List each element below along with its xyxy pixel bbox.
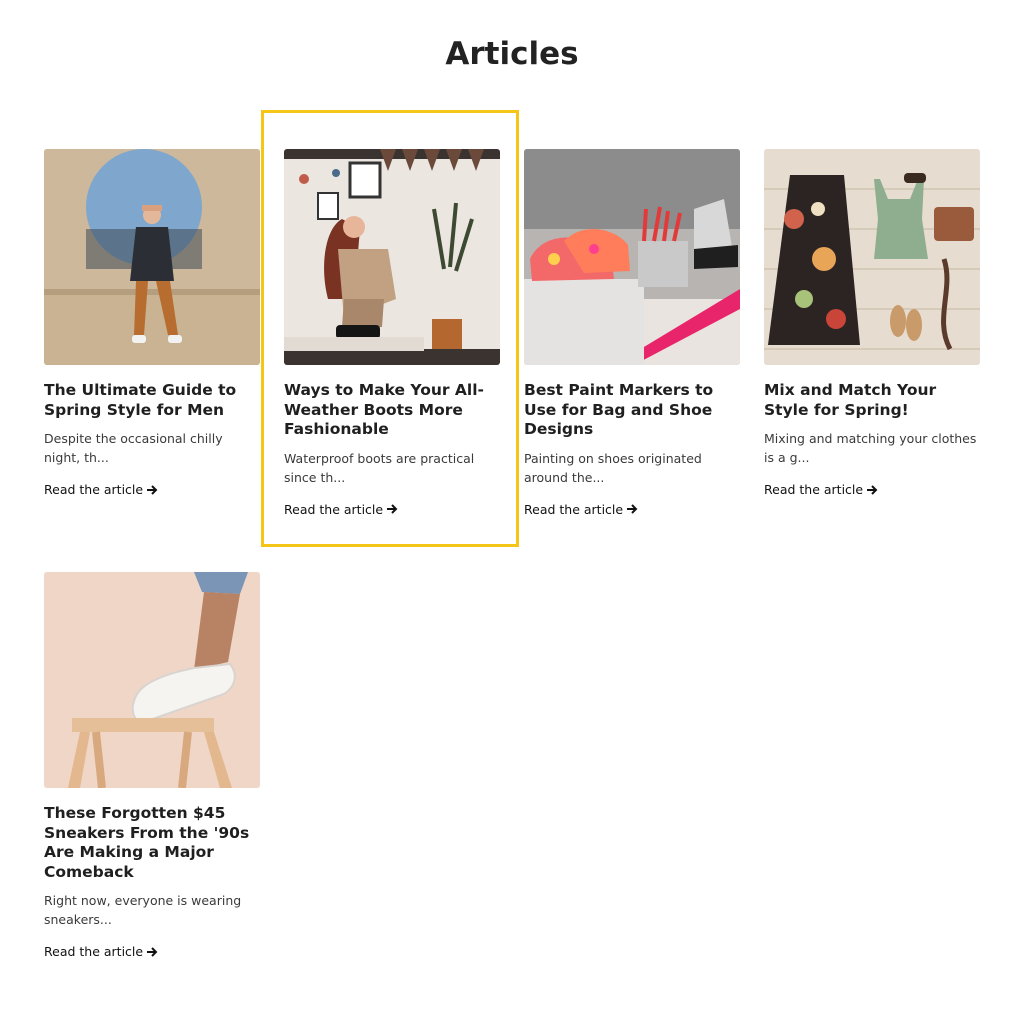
read-article-label: Read the article [524,501,624,517]
read-article-label: Read the article [44,482,144,497]
read-article-link[interactable]: Read the article [44,944,158,959]
article-card: The Ultimate Guide to Spring Style for M… [44,149,260,498]
article-title[interactable]: Best Paint Markers to Use for Bag and Sh… [524,381,740,440]
arrow-right-icon [627,504,638,514]
article-card: These Forgotten $45 Sneakers From the '9… [44,572,260,960]
woman-crouching-in-boots-photo [284,149,500,365]
article-thumbnail[interactable] [44,572,260,788]
man-sitting-on-wall-photo [44,149,260,365]
read-article-link[interactable]: Read the article [284,502,398,517]
article-excerpt: Painting on shoes originated around the.… [524,450,702,485]
article-thumbnail[interactable] [284,149,500,365]
article-title[interactable]: Mix and Match Your Style for Spring! [764,381,980,420]
arrow-right-icon [867,484,878,495]
article-title[interactable]: The Ultimate Guide to Spring Style for M… [44,381,260,420]
article-excerpt: Mixing and matching your clothes is a g.… [764,431,977,465]
page-title: Articles [445,36,579,72]
arrow-right-icon [387,504,398,514]
read-article-label: Read the article [284,501,384,517]
article-title[interactable]: Ways to Make Your All-Weather Boots More… [284,381,500,440]
article-excerpt: Despite the occasional chilly night, th.… [44,431,223,465]
article-thumbnail[interactable] [764,149,980,365]
article-excerpt: Right now, everyone is wearing sneakers.… [44,893,242,927]
read-article-link[interactable]: Read the article [764,482,878,497]
outfit-flatlay-photo [764,149,980,365]
article-card: Mix and Match Your Style for Spring! Mix… [764,149,980,498]
article-title[interactable]: These Forgotten $45 Sneakers From the '9… [44,804,260,882]
read-article-label: Read the article [764,482,864,497]
read-article-link[interactable]: Read the article [524,502,638,517]
read-article-link[interactable]: Read the article [44,482,158,497]
arrow-right-icon [147,946,158,957]
slip-on-sneaker-on-stool-photo [44,572,260,788]
article-thumbnail[interactable] [44,149,260,365]
article-excerpt: Waterproof boots are practical since th.… [284,450,475,485]
article-card: Best Paint Markers to Use for Bag and Sh… [524,149,740,518]
article-thumbnail[interactable] [524,149,740,365]
arrow-right-icon [147,484,158,495]
read-article-label: Read the article [44,944,144,959]
article-card: Ways to Make Your All-Weather Boots More… [284,149,500,518]
painted-sneakers-photo [524,149,740,365]
